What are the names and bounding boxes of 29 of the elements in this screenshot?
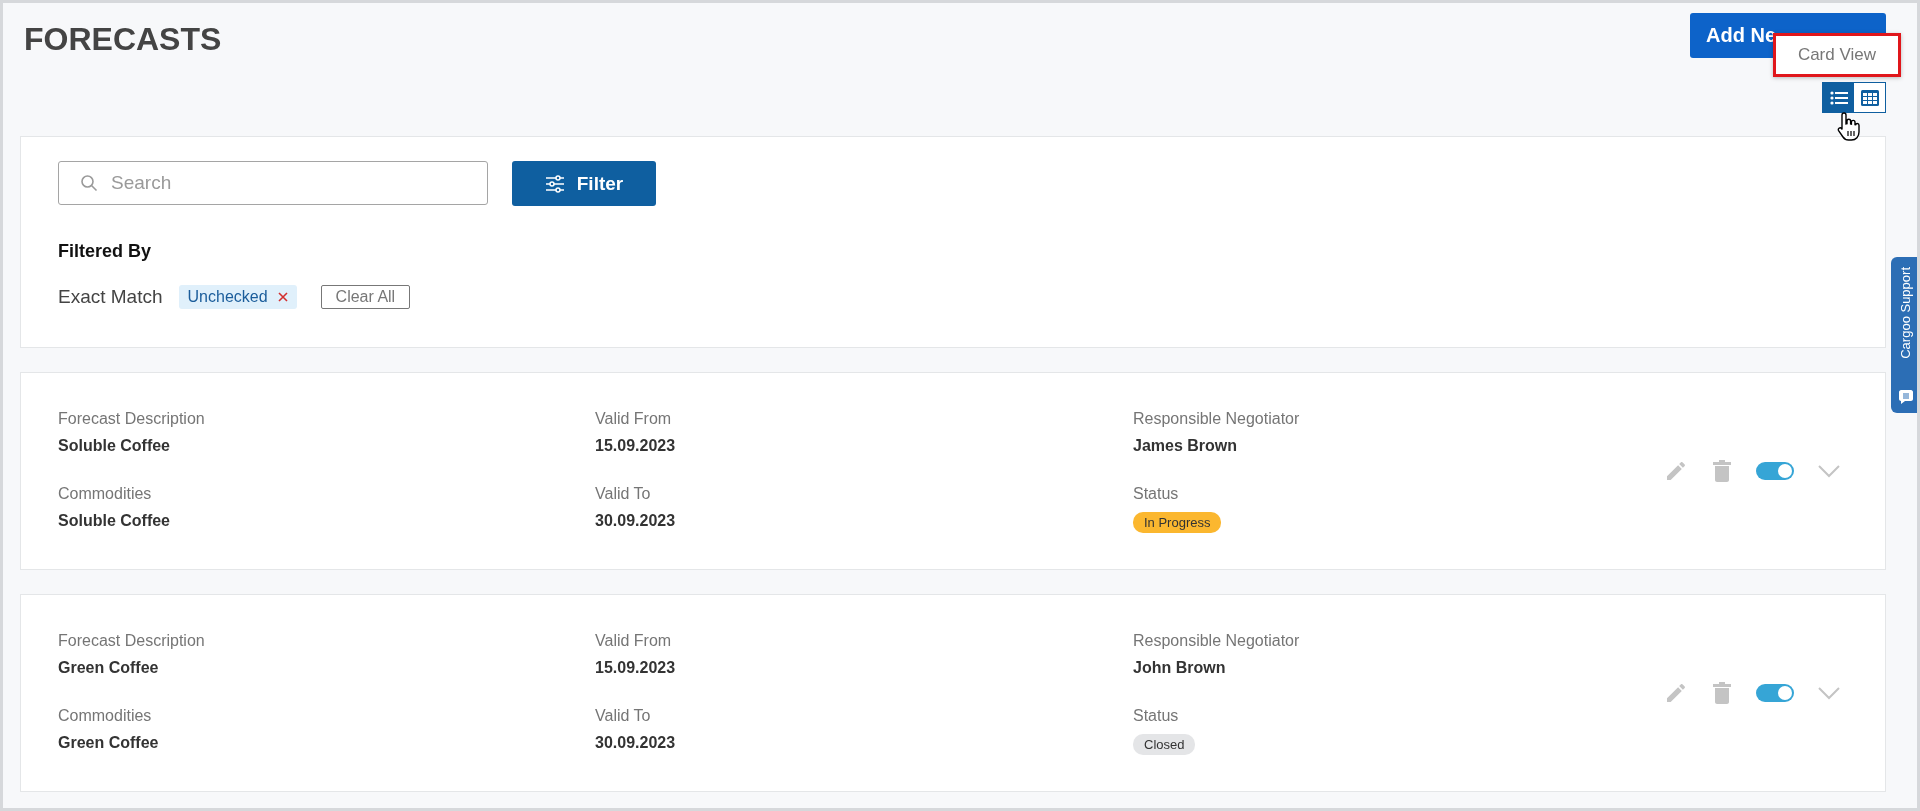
field-label: Valid To: [595, 706, 652, 725]
chip-text: Unchecked: [187, 288, 268, 306]
field-label: Status: [1133, 706, 1180, 725]
field-value: Soluble Coffee: [58, 436, 171, 455]
field-label: Status: [1133, 484, 1180, 503]
field-label: Valid From: [595, 631, 673, 650]
field-label: Forecast Description: [58, 631, 206, 650]
field-label: Commodities: [58, 484, 153, 503]
field-value: 15.09.2023: [595, 658, 677, 677]
field-value: 30.09.2023: [595, 511, 677, 530]
field-value: Green Coffee: [58, 658, 160, 677]
status-badge: In Progress: [1133, 511, 1222, 533]
field-value: John Brown: [1133, 658, 1227, 677]
field-value: 30.09.2023: [595, 733, 677, 752]
filter-label: Exact Match: [58, 286, 163, 308]
field-value: Green Coffee: [58, 733, 160, 752]
field-label: Responsible Negotiator: [1133, 631, 1301, 650]
field-label: Valid To: [595, 484, 652, 503]
tooltip: Card View: [1772, 33, 1901, 77]
field-label: Valid From: [595, 409, 673, 428]
filtered-by-heading: Filtered By: [58, 241, 153, 262]
field-label: Responsible Negotiator: [1133, 409, 1301, 428]
field-value: Soluble Coffee: [58, 511, 171, 530]
field-value: 15.09.2023: [595, 436, 677, 455]
status-badge: Closed: [1133, 733, 1196, 755]
field-label: Forecast Description: [58, 409, 206, 428]
page-title: FORECASTS: [24, 21, 222, 59]
field-value: James Brown: [1133, 436, 1239, 455]
field-label: Commodities: [58, 706, 153, 725]
